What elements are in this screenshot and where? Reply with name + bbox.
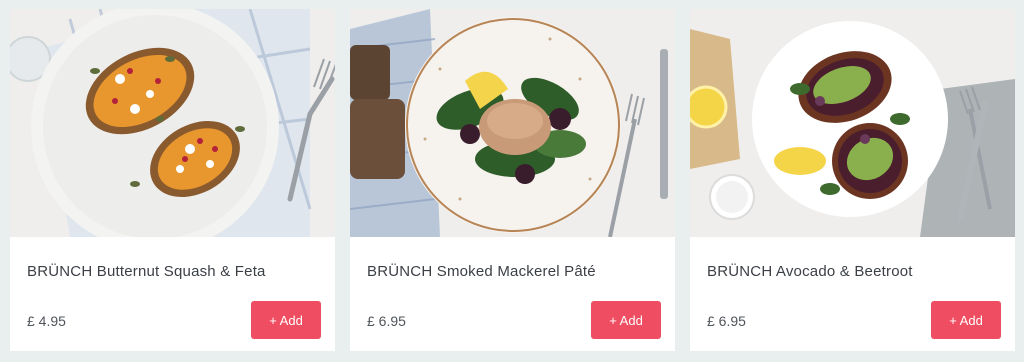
product-price: £ 6.95	[707, 313, 746, 329]
add-to-basket-button[interactable]: + Add	[931, 301, 1001, 339]
product-title[interactable]: BRÜNCH Butternut Squash & Feta	[27, 263, 266, 280]
butternut-squash-toast-photo	[10, 9, 335, 237]
add-to-basket-button[interactable]: + Add	[251, 301, 321, 339]
product-title[interactable]: BRÜNCH Avocado & Beetroot	[707, 263, 913, 280]
product-photo-avocado[interactable]	[690, 9, 1015, 237]
product-card[interactable]: BRÜNCH Avocado & Beetroot £ 6.95 + Add	[690, 9, 1015, 351]
product-price: £ 4.95	[27, 313, 66, 329]
avocado-beetroot-toast-photo	[690, 9, 1015, 237]
product-title[interactable]: BRÜNCH Smoked Mackerel Pâté	[367, 263, 596, 280]
product-card[interactable]: BRÜNCH Smoked Mackerel Pâté £ 6.95 + Add	[350, 9, 675, 351]
product-photo-mackerel[interactable]	[350, 9, 675, 237]
add-to-basket-button[interactable]: + Add	[591, 301, 661, 339]
product-photo-butternut[interactable]	[10, 9, 335, 237]
product-card[interactable]: BRÜNCH Butternut Squash & Feta £ 4.95 + …	[10, 9, 335, 351]
product-price: £ 6.95	[367, 313, 406, 329]
product-grid: BRÜNCH Butternut Squash & Feta £ 4.95 + …	[10, 9, 1015, 351]
mackerel-pate-salad-photo	[350, 9, 675, 237]
